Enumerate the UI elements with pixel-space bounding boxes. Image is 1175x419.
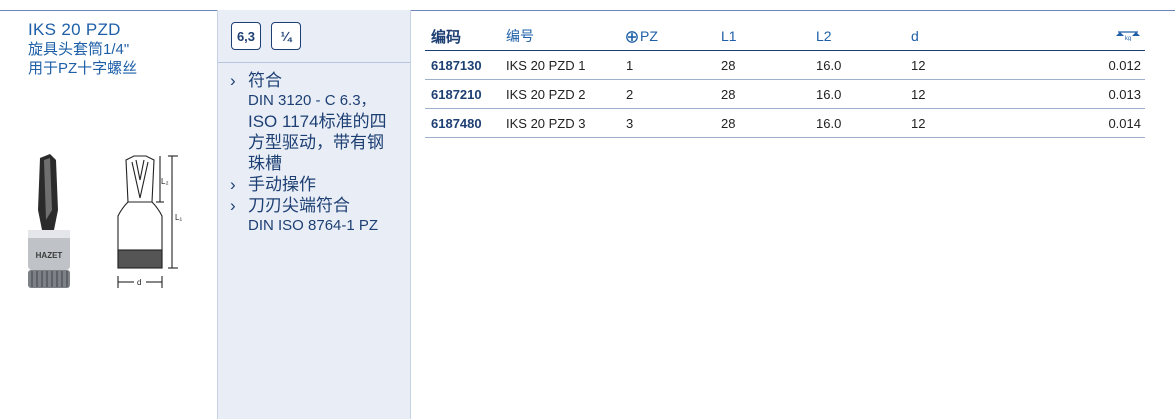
socket-photo-icon: HAZET <box>28 154 70 288</box>
col-pz-label: PZ <box>640 28 658 44</box>
product-heading: IKS 20 PZD 旋具头套筒1/4" 用于PZ十字螺丝 <box>28 20 218 78</box>
feature-line: ISO 1174标准的四 <box>248 112 387 131</box>
badge-divider <box>218 62 410 63</box>
col-number: 编号 <box>500 22 620 51</box>
drive-size-badge: 6,3 <box>231 22 261 50</box>
dim-l1: L₁ <box>175 213 182 222</box>
dim-l2: L₂ <box>161 177 169 186</box>
cell-l2: 16.0 <box>810 79 905 109</box>
col-l2: L2 <box>810 22 905 51</box>
drive-inch-badge: ¼ <box>271 22 301 50</box>
cell-pz: 2 <box>620 79 715 109</box>
feature-item-tip: › 刀刃尖端符合 DIN ISO 8764-1 PZ <box>230 195 405 236</box>
cell-code: 6187480 <box>425 108 500 138</box>
product-image: HAZET L₂ L₁ d <box>28 154 182 288</box>
feature-line: 方型驱动，带有钢 <box>248 133 384 152</box>
cell-l1: 28 <box>715 108 810 138</box>
svg-text:kg: kg <box>1125 36 1131 41</box>
cell-weight: 0.012 <box>1000 50 1145 80</box>
technical-drawing-icon <box>117 155 178 288</box>
col-pz: PZ <box>620 22 715 51</box>
top-rule <box>0 10 1175 11</box>
feature-line: DIN ISO 8764-1 PZ <box>248 217 379 234</box>
feature-head: 刀刃尖端符合 <box>248 196 350 215</box>
table-row: 6187480 IKS 20 PZD 3 3 28 16.0 12 0.014 <box>425 108 1145 138</box>
product-title: IKS 20 PZD <box>28 20 121 39</box>
feature-panel: 6,3 ¼ › 符合 DIN 3120 - C 6.3， ISO 1174标准的… <box>217 10 411 419</box>
cell-number: IKS 20 PZD 1 <box>500 50 620 80</box>
col-d: d <box>905 22 1000 51</box>
feature-line: DIN 3120 - C 6.3， <box>248 92 376 109</box>
spec-table: 编码 编号 PZ L1 L2 d kg 6187130 IKS 20 PZD 1… <box>425 22 1145 138</box>
drive-badges: 6,3 ¼ <box>231 22 301 50</box>
cell-code: 6187210 <box>425 79 500 109</box>
scale-kg-icon: kg <box>1116 31 1140 42</box>
cell-l1: 28 <box>715 79 810 109</box>
pozidriv-icon <box>626 31 638 43</box>
cell-pz: 1 <box>620 50 715 80</box>
spec-table-container: 编码 编号 PZ L1 L2 d kg 6187130 IKS 20 PZD 1… <box>425 22 1145 138</box>
feature-item-standard: › 符合 DIN 3120 - C 6.3， ISO 1174标准的四 方型驱动… <box>230 70 405 174</box>
feature-head: 符合 <box>248 71 282 90</box>
chevron-right-icon: › <box>230 175 236 194</box>
cell-number: IKS 20 PZD 3 <box>500 108 620 138</box>
feature-item-manual: › 手动操作 <box>230 174 405 195</box>
cell-number: IKS 20 PZD 2 <box>500 79 620 109</box>
feature-head: 手动操作 <box>248 175 316 194</box>
cell-pz: 3 <box>620 108 715 138</box>
table-row: 6187130 IKS 20 PZD 1 1 28 16.0 12 0.012 <box>425 50 1145 80</box>
cell-d: 12 <box>905 79 1000 109</box>
dim-d: d <box>137 278 141 287</box>
table-row: 6187210 IKS 20 PZD 2 2 28 16.0 12 0.013 <box>425 79 1145 109</box>
cell-l2: 16.0 <box>810 50 905 80</box>
brand-label: HAZET <box>36 251 63 260</box>
cell-code: 6187130 <box>425 50 500 80</box>
col-weight: kg <box>1000 22 1145 51</box>
cell-weight: 0.014 <box>1000 108 1145 138</box>
feature-list: › 符合 DIN 3120 - C 6.3， ISO 1174标准的四 方型驱动… <box>230 70 405 236</box>
table-header-row: 编码 编号 PZ L1 L2 d kg <box>425 22 1145 51</box>
cell-d: 12 <box>905 50 1000 80</box>
col-code: 编码 <box>425 22 500 51</box>
cell-l2: 16.0 <box>810 108 905 138</box>
cell-weight: 0.013 <box>1000 79 1145 109</box>
cell-l1: 28 <box>715 50 810 80</box>
product-subtitle-1: 旋具头套筒1/4" <box>28 41 130 58</box>
chevron-right-icon: › <box>230 71 236 90</box>
product-subtitle-2: 用于PZ十字螺丝 <box>28 60 138 77</box>
cell-d: 12 <box>905 108 1000 138</box>
col-l1: L1 <box>715 22 810 51</box>
chevron-right-icon: › <box>230 196 236 215</box>
feature-line: 珠槽 <box>248 154 282 173</box>
